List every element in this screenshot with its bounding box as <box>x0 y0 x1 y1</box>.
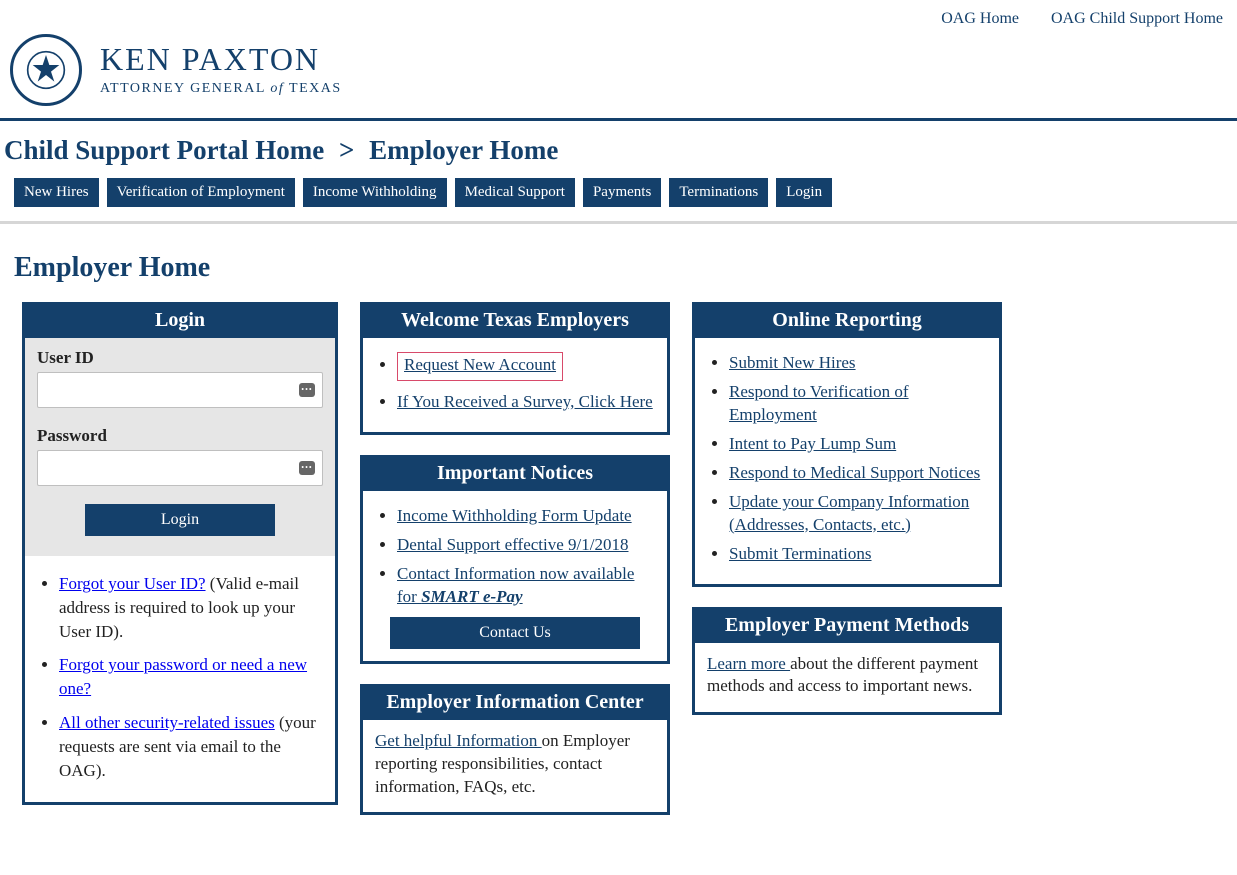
welcome-header: Welcome Texas Employers <box>363 305 667 338</box>
oag-child-support-home-link[interactable]: OAG Child Support Home <box>1051 10 1223 27</box>
list-item: Update your Company Information (Address… <box>729 491 989 537</box>
forgot-user-id-link[interactable]: Forgot your User ID? <box>59 574 206 593</box>
login-header: Login <box>25 305 335 338</box>
online-reporting-panel: Online Reporting Submit New Hires Respon… <box>692 302 1002 587</box>
attorney-subtitle: ATTORNEY GENERAL of TEXAS <box>100 81 342 97</box>
breadcrumb: Child Support Portal Home > Employer Hom… <box>0 121 1237 178</box>
payment-learn-more-link[interactable]: Learn more <box>707 654 790 673</box>
list-item: Forgot your password or need a new one? <box>59 653 325 701</box>
income-withholding-update-link[interactable]: Income Withholding Form Update <box>397 506 632 525</box>
list-item: Forgot your User ID? (Valid e-mail addre… <box>59 572 325 643</box>
col-middle: Welcome Texas Employers Request New Acco… <box>360 302 670 835</box>
info-center-link[interactable]: Get helpful Information <box>375 731 542 750</box>
welcome-panel: Welcome Texas Employers Request New Acco… <box>360 302 670 435</box>
tab-terminations[interactable]: Terminations <box>669 178 768 207</box>
logo-text: KEN PAXTON ATTORNEY GENERAL of TEXAS <box>100 43 342 97</box>
login-help-links: Forgot your User ID? (Valid e-mail addre… <box>25 556 335 802</box>
tab-medical-support[interactable]: Medical Support <box>455 178 575 207</box>
list-item: Respond to Verification of Employment <box>729 381 989 427</box>
contact-us-button[interactable]: Contact Us <box>390 617 640 649</box>
respond-verification-link[interactable]: Respond to Verification of Employment <box>729 382 909 424</box>
list-item: Income Withholding Form Update <box>397 505 657 528</box>
columns: Login User ID Password Login Forgot your… <box>0 302 1237 875</box>
password-label: Password <box>37 426 323 446</box>
login-panel: Login User ID Password Login Forgot your… <box>22 302 338 805</box>
list-item: All other security-related issues (your … <box>59 711 325 782</box>
input-autofill-icon <box>299 461 315 475</box>
list-item: Contact Information now available for SM… <box>397 563 657 609</box>
attorney-name: KEN PAXTON <box>100 43 342 77</box>
star-icon <box>26 50 66 90</box>
tab-verification[interactable]: Verification of Employment <box>107 178 295 207</box>
input-autofill-icon <box>299 383 315 397</box>
list-item: Submit Terminations <box>729 543 989 566</box>
survey-link[interactable]: If You Received a Survey, Click Here <box>397 392 653 411</box>
update-company-info-link[interactable]: Update your Company Information (Address… <box>729 492 969 534</box>
smart-epay-name: SMART e-Pay <box>421 587 523 606</box>
breadcrumb-sep: > <box>331 135 362 165</box>
tab-login[interactable]: Login <box>776 178 832 207</box>
smart-epay-link[interactable]: Contact Information now available for SM… <box>397 564 634 606</box>
notices-header: Important Notices <box>363 458 667 491</box>
forgot-password-link[interactable]: Forgot your password or need a new one? <box>59 655 307 698</box>
login-form: User ID Password Login <box>25 338 335 556</box>
oag-home-link[interactable]: OAG Home <box>941 10 1019 27</box>
notices-panel: Important Notices Income Withholding For… <box>360 455 670 664</box>
list-item: If You Received a Survey, Click Here <box>397 391 657 414</box>
list-item: Intent to Pay Lump Sum <box>729 433 989 456</box>
list-item: Respond to Medical Support Notices <box>729 462 989 485</box>
password-input[interactable] <box>37 450 323 486</box>
top-links: OAG Home OAG Child Support Home <box>0 0 1237 28</box>
user-id-input[interactable] <box>37 372 323 408</box>
tab-income-withholding[interactable]: Income Withholding <box>303 178 447 207</box>
submit-new-hires-link[interactable]: Submit New Hires <box>729 353 856 372</box>
request-account-highlight: Request New Account <box>397 352 563 381</box>
info-center-header: Employer Information Center <box>363 687 667 720</box>
tab-new-hires[interactable]: New Hires <box>14 178 99 207</box>
submit-terminations-link[interactable]: Submit Terminations <box>729 544 872 563</box>
list-item: Dental Support effective 9/1/2018 <box>397 534 657 557</box>
subtitle-suffix: TEXAS <box>284 81 341 96</box>
logo-row: KEN PAXTON ATTORNEY GENERAL of TEXAS <box>0 28 1237 118</box>
subtitle-of: of <box>270 81 284 96</box>
list-item: Request New Account <box>397 352 657 385</box>
security-issues-link[interactable]: All other security-related issues <box>59 713 275 732</box>
payment-methods-panel: Employer Payment Methods Learn more abou… <box>692 607 1002 716</box>
tab-payments[interactable]: Payments <box>583 178 661 207</box>
list-item: Submit New Hires <box>729 352 989 375</box>
request-new-account-link[interactable]: Request New Account <box>404 355 556 374</box>
info-center-panel: Employer Information Center Get helpful … <box>360 684 670 816</box>
respond-medical-link[interactable]: Respond to Medical Support Notices <box>729 463 980 482</box>
breadcrumb-portal[interactable]: Child Support Portal Home <box>4 135 324 165</box>
page-title: Employer Home <box>0 224 1237 302</box>
payment-methods-header: Employer Payment Methods <box>695 610 999 643</box>
dental-support-link[interactable]: Dental Support effective 9/1/2018 <box>397 535 629 554</box>
online-reporting-header: Online Reporting <box>695 305 999 338</box>
tab-bar: New Hires Verification of Employment Inc… <box>0 178 1237 221</box>
breadcrumb-current: Employer Home <box>369 135 558 165</box>
subtitle-prefix: ATTORNEY GENERAL <box>100 81 270 96</box>
intent-lump-sum-link[interactable]: Intent to Pay Lump Sum <box>729 434 896 453</box>
col-login: Login User ID Password Login Forgot your… <box>22 302 338 825</box>
col-right: Online Reporting Submit New Hires Respon… <box>692 302 1002 735</box>
texas-seal-icon <box>10 34 82 106</box>
login-button[interactable]: Login <box>85 504 275 536</box>
user-id-label: User ID <box>37 348 323 368</box>
